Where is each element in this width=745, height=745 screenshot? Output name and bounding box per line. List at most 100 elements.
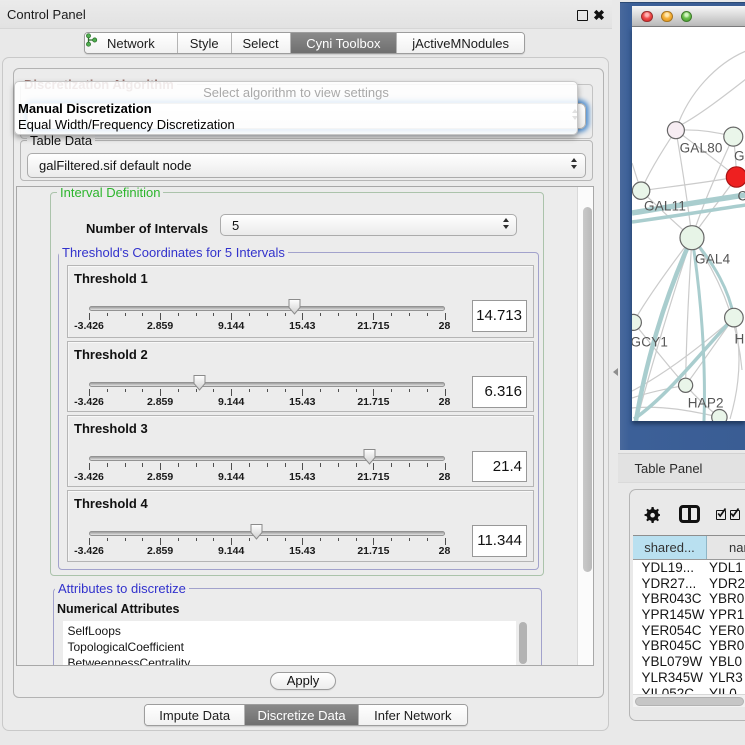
table-row[interactable]: YPR145WYPR1	[633, 607, 745, 623]
attributes-list-scrollbar[interactable]	[516, 621, 529, 667]
network-node[interactable]	[632, 182, 649, 199]
cell-shared-name: YBR043C	[633, 591, 709, 607]
threshold-slider-track[interactable]	[89, 531, 445, 536]
settings-scrollbar-thumb[interactable]	[583, 207, 592, 572]
network-node[interactable]	[632, 314, 641, 330]
network-node-selected[interactable]	[726, 167, 745, 187]
table-horizontal-scrollbar[interactable]	[633, 694, 745, 707]
tab-infer-network[interactable]: Infer Network	[359, 705, 467, 725]
network-node[interactable]	[723, 127, 742, 146]
cyni-toolbox-tab-content: Discretization Algorithm Table Data galF…	[2, 57, 609, 731]
attribute-list-item[interactable]: BetweennessCentrality	[63, 655, 517, 667]
table-data-combobox[interactable]: galFiltered.sif default node	[27, 153, 586, 178]
dropdown-item-manual-discretization[interactable]: Manual Discretization	[15, 101, 577, 117]
cell-name: YIL0	[709, 686, 745, 695]
interval-definition-title: Interval Definition	[57, 186, 163, 199]
cell-name: YDL1	[709, 560, 745, 576]
threshold-value-field[interactable]: 11.344	[472, 525, 528, 557]
node-label: HAP2	[688, 395, 724, 410]
apply-button[interactable]: Apply	[270, 672, 336, 690]
cell-name: YBL0	[709, 654, 745, 670]
table-rows: YDL19...YDL1YDR27...YDR2YBR043CYBR0YPR14…	[633, 560, 745, 694]
network-node[interactable]	[667, 122, 684, 139]
cell-shared-name: YER054C	[633, 623, 709, 639]
numerical-attributes-list[interactable]: SelfLoopsTopologicalCoefficientBetweenne…	[63, 621, 517, 667]
tab-select[interactable]: Select	[232, 33, 291, 53]
table-row[interactable]: YDR27...YDR2	[633, 576, 745, 592]
threshold-label: Threshold 2	[74, 347, 148, 362]
network-graph	[632, 27, 745, 421]
table-row[interactable]: YLR345WYLR3	[633, 670, 745, 686]
threshold-label: Threshold 1	[74, 271, 148, 286]
checkbox-icon[interactable]	[716, 510, 726, 520]
cell-name: YLR3	[709, 670, 745, 686]
cell-name: YBR0	[709, 638, 745, 654]
close-icon[interactable]: ✖	[592, 8, 606, 23]
attribute-list-item[interactable]: TopologicalCoefficient	[63, 639, 517, 655]
network-node[interactable]	[680, 226, 704, 250]
cell-name: YBR0	[709, 591, 745, 607]
table-row[interactable]: YBR045CYBR0	[633, 638, 745, 654]
number-of-intervals-label: Number of Intervals	[86, 221, 208, 236]
slider-tick-labels: -3.4262.8599.14415.4321.71528	[89, 396, 446, 409]
tab-cyni-toolbox[interactable]: Cyni Toolbox	[291, 33, 398, 53]
table-panel-title: Table Panel	[635, 454, 703, 484]
threshold-slider-track[interactable]	[89, 382, 445, 387]
tab-jactivemnodules[interactable]: jActiveMNodules	[397, 33, 524, 53]
table-panel-body: shared... name YDL19...YDL1YDR27...YDR2Y…	[629, 489, 745, 721]
number-of-intervals-combobox[interactable]: 5	[220, 214, 517, 236]
dropdown-item-equal-width[interactable]: Equal Width/Frequency Discretization	[15, 117, 577, 133]
threshold-slider-track[interactable]	[89, 456, 445, 461]
threshold-value-field[interactable]: 14.713	[472, 300, 528, 332]
table-scrollbar-thumb[interactable]	[635, 697, 744, 706]
minimize-traffic-light-icon[interactable]	[661, 11, 673, 23]
gear-icon[interactable]	[644, 507, 660, 523]
attributes-scrollbar-thumb[interactable]	[519, 622, 527, 664]
table-row[interactable]: YIL052CYIL0	[633, 686, 745, 695]
cell-name: YER0	[709, 623, 745, 639]
attribute-list-item[interactable]: SelfLoops	[63, 623, 517, 639]
tab-style[interactable]: Style	[178, 33, 232, 53]
threshold-slider-track[interactable]	[89, 306, 445, 311]
slider-tick-labels: -3.4262.8599.14415.4321.71528	[89, 545, 446, 558]
threshold-label: Threshold 4	[74, 496, 148, 511]
tab-network[interactable]: Network	[85, 33, 178, 53]
tab-label: Network	[107, 36, 155, 51]
dropdown-placeholder-item[interactable]: Select algorithm to view settings	[15, 85, 577, 101]
cell-shared-name: YLR345W	[633, 670, 709, 686]
threshold-value-field[interactable]: 6.316	[472, 376, 528, 408]
settings-scrollbar[interactable]	[577, 187, 593, 665]
tab-discretize-data[interactable]: Discretize Data	[245, 705, 358, 725]
combo-arrows-icon	[569, 158, 578, 169]
columns-icon[interactable]	[679, 505, 700, 523]
table-row[interactable]: YER054CYER0	[633, 623, 745, 639]
cyni-subtab-strip: Impute Data Discretize DataInfer Network	[144, 704, 468, 726]
control-panel-title: Control Panel	[7, 0, 86, 29]
zoom-traffic-light-icon[interactable]	[681, 11, 693, 23]
column-header-shared[interactable]: shared...	[633, 536, 707, 559]
combo-arrows-icon	[501, 218, 510, 229]
cell-shared-name: YBL079W	[633, 654, 709, 670]
network-node[interactable]	[724, 308, 743, 327]
cell-shared-name: YDR27...	[633, 576, 709, 592]
settings-scrollpane: Interval Definition Number of Intervals …	[16, 186, 594, 666]
network-canvas[interactable]: GAL80GACGAL11GAL4GCY1HHAP2	[632, 27, 745, 421]
checkbox-icon[interactable]	[730, 510, 740, 520]
float-window-icon[interactable]	[577, 10, 588, 21]
node-label: GCY1	[632, 334, 669, 349]
close-traffic-light-icon[interactable]	[641, 11, 653, 23]
cell-shared-name: YDL19...	[633, 560, 709, 576]
network-node[interactable]	[711, 410, 726, 422]
split-divider-grip-icon[interactable]	[613, 368, 618, 376]
table-data-combobox-value: galFiltered.sif default node	[39, 154, 191, 177]
network-node[interactable]	[678, 378, 692, 392]
table-row[interactable]: YDL19...YDL1	[633, 560, 745, 576]
table-row[interactable]: YBR043CYBR0	[633, 591, 745, 607]
tab-impute-data[interactable]: Impute Data	[145, 705, 245, 725]
table-row[interactable]: YBL079WYBL0	[633, 654, 745, 670]
screen: { "control_panel": { "title": "Control P…	[0, 0, 745, 745]
column-header-name[interactable]: name	[707, 536, 745, 559]
threshold-value-field[interactable]: 21.4	[472, 451, 528, 483]
tab-label: Impute Data	[159, 708, 230, 723]
number-of-intervals-value: 5	[232, 215, 239, 235]
